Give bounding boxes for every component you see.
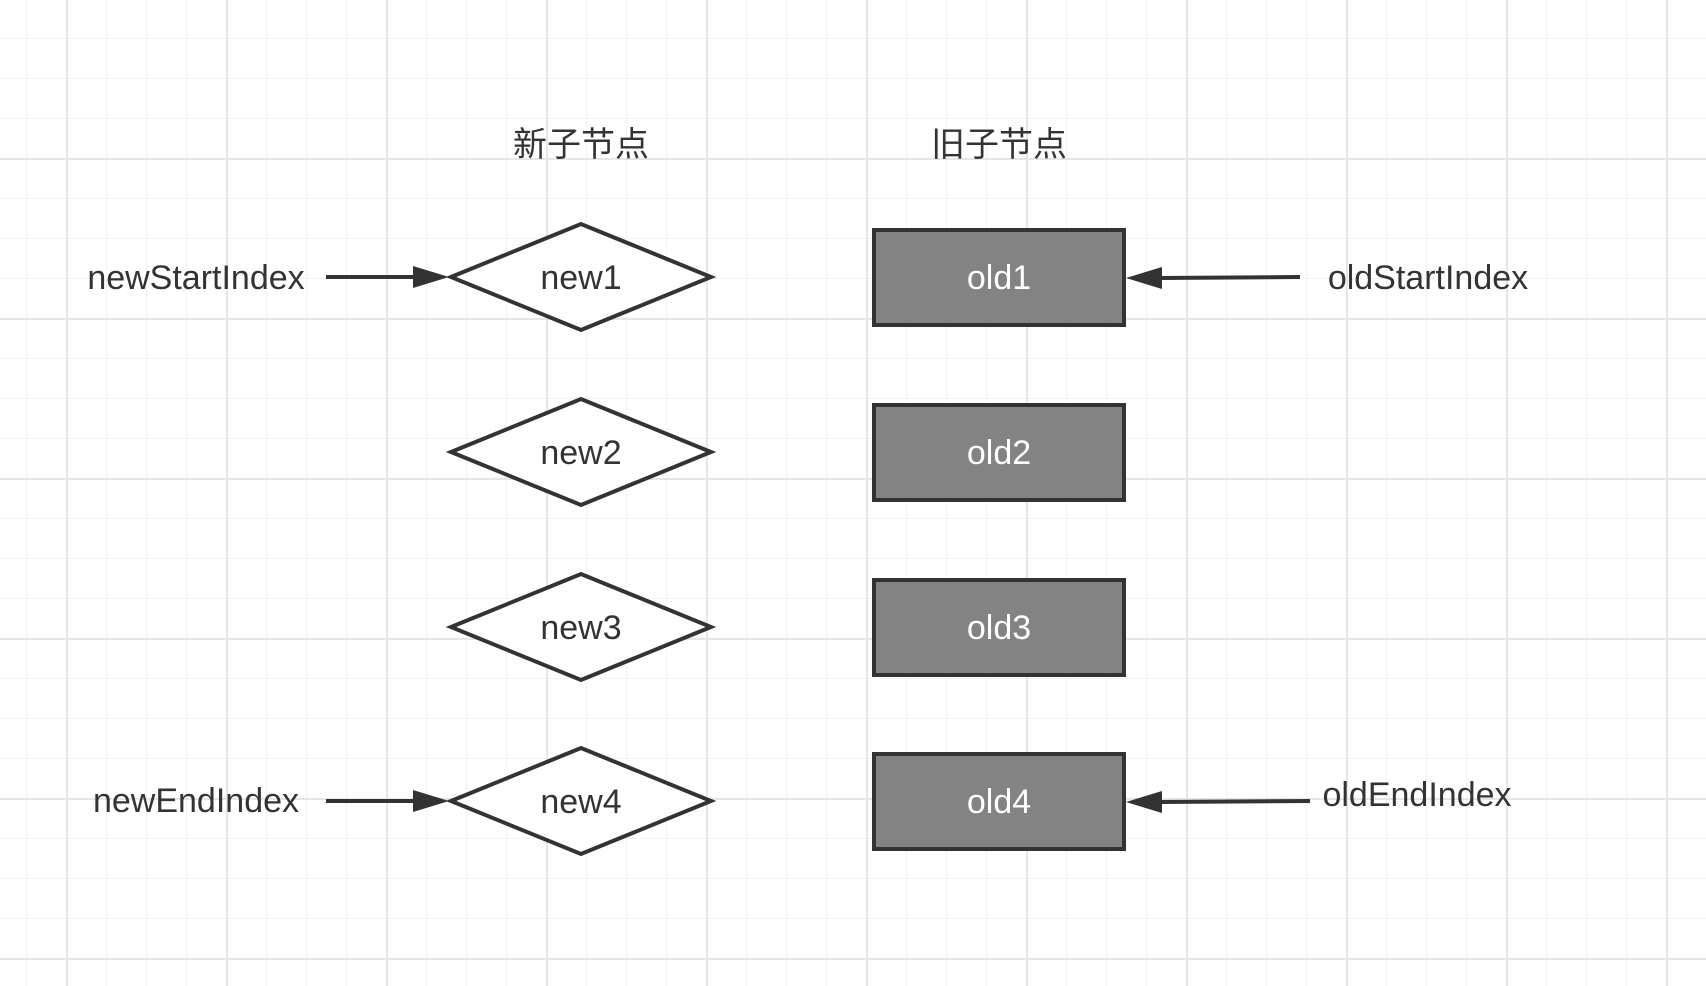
new-node-1: new1 bbox=[445, 221, 717, 333]
old-end-index-arrow bbox=[1126, 791, 1311, 813]
new-end-index-arrow bbox=[326, 790, 449, 812]
new-end-index-arrowhead bbox=[413, 790, 449, 812]
old-start-index-arrowhead bbox=[1126, 267, 1162, 289]
new-children-heading: 新子节点 bbox=[513, 125, 649, 165]
old-node-3-label: old3 bbox=[967, 609, 1031, 647]
old-node-4-label: old4 bbox=[967, 783, 1031, 821]
new-start-index-label: newStartIndex bbox=[87, 259, 304, 297]
new-start-index-arrow bbox=[326, 266, 449, 288]
old-start-index-arrow bbox=[1126, 267, 1301, 289]
old-children-heading: 旧子节点 bbox=[931, 125, 1067, 165]
new-node-3-label: new3 bbox=[540, 609, 621, 647]
new-node-1-label: new1 bbox=[540, 259, 621, 297]
old-end-index-arrowhead bbox=[1126, 791, 1162, 813]
old-end-index-arrow-line bbox=[1159, 799, 1311, 804]
new-node-4-label: new4 bbox=[540, 783, 621, 821]
old-node-2-label: old2 bbox=[967, 434, 1031, 472]
new-end-index-label: newEndIndex bbox=[93, 782, 299, 820]
old-start-index-label: oldStartIndex bbox=[1328, 259, 1528, 297]
old-start-index-arrow-line bbox=[1159, 275, 1301, 280]
diagram-canvas: 新子节点 旧子节点 new1 new2 new3 new4 old1 old2 … bbox=[0, 0, 1706, 986]
old-end-index-label: oldEndIndex bbox=[1322, 776, 1511, 814]
old-node-2: old2 bbox=[872, 403, 1126, 502]
new-start-index-arrowhead bbox=[413, 266, 449, 288]
new-node-4: new4 bbox=[445, 745, 717, 857]
old-node-3: old3 bbox=[872, 578, 1126, 677]
old-node-1: old1 bbox=[872, 228, 1126, 327]
new-node-2: new2 bbox=[445, 396, 717, 508]
new-node-3: new3 bbox=[445, 571, 717, 683]
diagram-svg: 新子节点 旧子节点 new1 new2 new3 new4 old1 old2 … bbox=[87, 125, 1528, 857]
old-node-1-label: old1 bbox=[967, 259, 1031, 297]
old-node-4: old4 bbox=[872, 752, 1126, 851]
new-node-2-label: new2 bbox=[540, 434, 621, 472]
